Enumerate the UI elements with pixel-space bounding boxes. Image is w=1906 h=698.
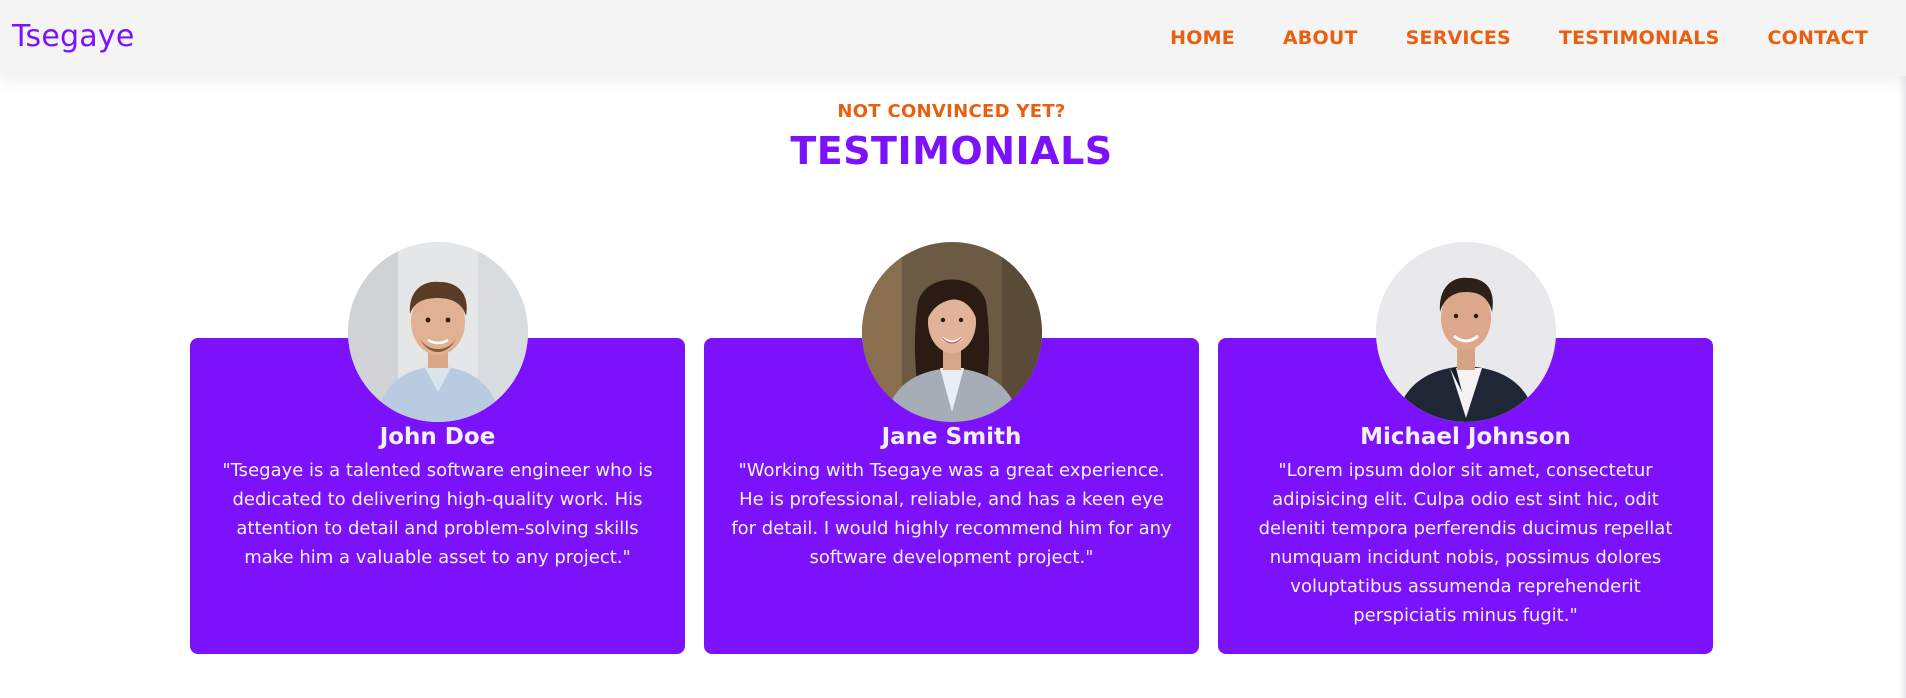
avatar: [1375, 242, 1556, 422]
testimonial-card: Jane Smith "Working with Tsegaye was a g…: [704, 242, 1199, 654]
navbar: Tsegaye HOME ABOUT SERVICES TESTIMONIALS…: [0, 0, 1906, 76]
woman-portrait-image: [861, 242, 1042, 422]
brand-logo[interactable]: Tsegaye: [12, 19, 134, 54]
section-subtitle: NOT CONVINCED YET?: [837, 101, 1066, 122]
man-portrait-image: [347, 242, 528, 422]
nav-link-about[interactable]: ABOUT: [1283, 27, 1358, 49]
testimonial-card: Michael Johnson "Lorem ipsum dolor sit a…: [1218, 242, 1713, 654]
avatar: [861, 242, 1042, 422]
nav-links: HOME ABOUT SERVICES TESTIMONIALS CONTACT: [1170, 27, 1868, 49]
section-title: TESTIMONIALS: [790, 129, 1113, 173]
avatar: [347, 242, 528, 422]
testimonial-name: Michael Johnson: [1360, 424, 1571, 450]
testimonial-quote: "Tsegaye is a talented software engineer…: [222, 460, 653, 568]
nav-link-testimonials[interactable]: TESTIMONIALS: [1559, 27, 1720, 49]
nav-link-contact[interactable]: CONTACT: [1768, 27, 1869, 49]
man-in-suit-portrait-image: [1375, 242, 1556, 422]
testimonial-name: Jane Smith: [881, 424, 1022, 450]
testimonial-name: John Doe: [379, 424, 496, 450]
nav-link-services[interactable]: SERVICES: [1406, 27, 1511, 49]
nav-link-home[interactable]: HOME: [1170, 27, 1235, 49]
testimonial-quote: "Working with Tsegaye was a great experi…: [731, 460, 1172, 568]
testimonial-card: John Doe "Tsegaye is a talented software…: [190, 242, 685, 654]
testimonial-quote: "Lorem ipsum dolor sit amet, consectetur…: [1258, 460, 1673, 626]
